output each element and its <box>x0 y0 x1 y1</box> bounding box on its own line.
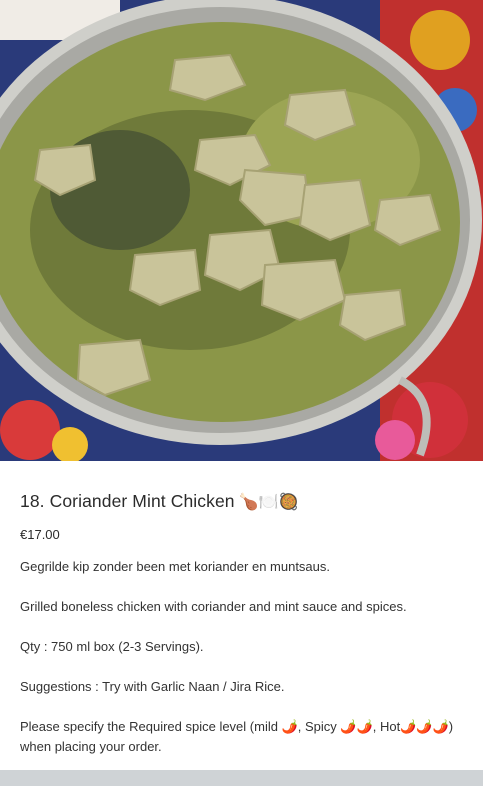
item-details: 18. Coriander Mint Chicken 🍗🍽️🥘 €17.00 Ge… <box>0 461 483 770</box>
description-english: Grilled boneless chicken with coriander … <box>20 599 407 614</box>
menu-item-page: 18. Coriander Mint Chicken 🍗🍽️🥘 €17.00 Ge… <box>0 0 483 786</box>
item-title: 18. Coriander Mint Chicken 🍗🍽️🥘 <box>20 491 299 512</box>
description-dutch: Gegrilde kip zonder been met koriander e… <box>20 559 331 574</box>
suggestions-info: Suggestions : Try with Garlic Naan / Jir… <box>20 679 285 694</box>
dish-photo <box>0 0 483 461</box>
quantity-info: Qty : 750 ml box (2-3 Servings). <box>20 639 204 654</box>
title-emoji: 🍗🍽️🥘 <box>238 494 299 511</box>
item-title-text: 18. Coriander Mint Chicken <box>20 491 235 511</box>
spice-level-note: Please specify the Required spice level … <box>20 719 454 754</box>
item-price: €17.00 <box>20 527 60 542</box>
footer-bar <box>0 770 483 786</box>
